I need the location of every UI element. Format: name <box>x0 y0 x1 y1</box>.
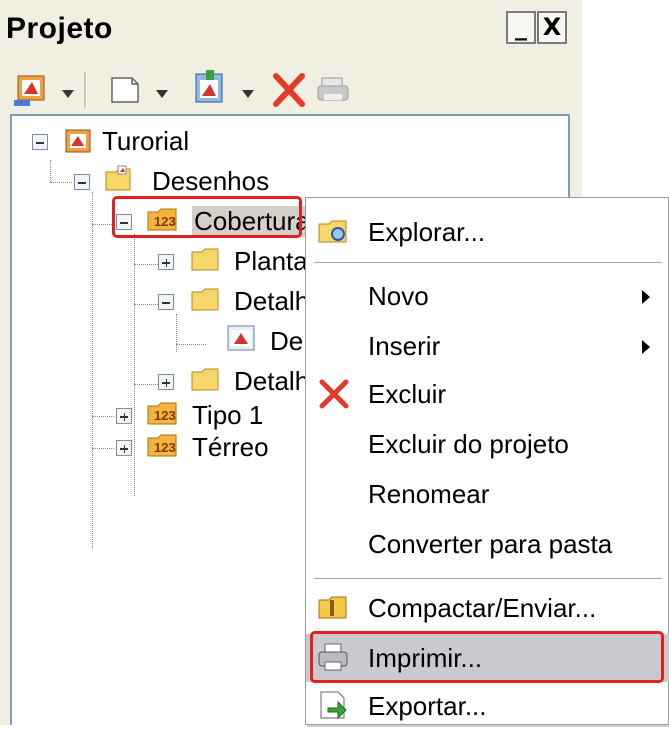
submenu-arrow-icon <box>642 340 650 354</box>
menu-label: Exportar... <box>368 691 487 721</box>
submenu-arrow-icon <box>642 290 650 304</box>
collapse-toggle[interactable] <box>32 134 48 150</box>
cobertura-highlight <box>112 196 302 238</box>
tree-item-planta[interactable]: Planta <box>234 246 308 277</box>
menu-item-exportar[interactable]: Exportar... <box>306 682 669 730</box>
tree-item-detalh[interactable]: Detalh <box>234 286 309 317</box>
menu-item-compactar-enviar[interactable]: Compactar/Enviar... <box>306 584 669 632</box>
panel-title: Projeto <box>6 12 113 45</box>
tree-item-detalh-2[interactable]: Detalh <box>234 366 309 397</box>
delete-icon[interactable] <box>268 68 308 112</box>
insert-drawing-icon[interactable] <box>190 68 230 112</box>
folder-icon <box>105 165 131 191</box>
new-document-icon[interactable] <box>106 68 146 112</box>
close-button[interactable]: X <box>537 11 567 44</box>
expand-toggle[interactable] <box>116 408 132 424</box>
panel-toolbar <box>0 62 582 120</box>
tree-line <box>92 416 114 417</box>
collapse-toggle[interactable] <box>158 294 174 310</box>
svg-text:123: 123 <box>154 440 176 455</box>
context-menu: Explorar... Novo Inserir Excluir Excluir… <box>305 197 669 725</box>
tree-line <box>50 182 72 183</box>
project-icon <box>65 129 91 153</box>
panel-titlebar: Projeto _ X <box>0 0 582 58</box>
menu-label: Compactar/Enviar... <box>368 593 597 623</box>
minimize-button[interactable]: _ <box>506 11 536 44</box>
delete-x-icon <box>319 379 349 409</box>
floor-folder-icon: 123 <box>147 402 177 425</box>
chevron-down-icon[interactable] <box>156 90 168 98</box>
tree-item-terreo[interactable]: Térreo <box>192 432 269 463</box>
project-icon[interactable] <box>12 68 52 112</box>
tree-line <box>92 448 114 449</box>
floor-folder-icon: 123 <box>147 434 177 457</box>
tree-line <box>176 344 206 345</box>
menu-label: Explorar... <box>368 217 486 247</box>
menu-item-excluir-do-projeto[interactable]: Excluir do projeto <box>306 420 669 468</box>
tree-line <box>92 192 93 548</box>
drawing-file-icon <box>227 325 255 351</box>
tree-item-desenhos[interactable]: Desenhos <box>152 166 269 197</box>
tree-item-tipo-1[interactable]: Tipo 1 <box>192 400 263 431</box>
menu-label: Excluir do projeto <box>368 429 569 459</box>
toolbar-separator <box>84 72 87 108</box>
chevron-down-icon[interactable] <box>242 90 254 98</box>
tree-line <box>176 314 177 352</box>
menu-label: Novo <box>368 281 429 311</box>
menu-item-explorar[interactable]: Explorar... <box>306 208 669 256</box>
menu-item-converter-para-pasta[interactable]: Converter para pasta <box>306 520 669 568</box>
folder-icon <box>191 368 219 391</box>
menu-separator <box>314 262 662 263</box>
chevron-down-icon[interactable] <box>62 90 74 98</box>
menu-item-inserir[interactable]: Inserir <box>306 322 669 370</box>
tree-item-turorial[interactable]: Turorial <box>102 126 189 157</box>
print-icon[interactable] <box>314 68 354 112</box>
menu-item-renomear[interactable]: Renomear <box>306 470 669 518</box>
tree-line <box>50 160 51 182</box>
compress-folder-icon <box>318 596 347 619</box>
collapse-toggle[interactable] <box>74 174 90 190</box>
folder-icon <box>191 248 219 271</box>
menu-label: Converter para pasta <box>368 529 613 559</box>
tree-item-de[interactable]: De <box>270 326 303 357</box>
menu-label: Excluir <box>368 379 447 409</box>
expand-toggle[interactable] <box>158 254 174 270</box>
tree-line <box>134 234 135 496</box>
menu-label: Inserir <box>368 331 441 361</box>
svg-text:123: 123 <box>154 408 176 423</box>
imprimir-highlight <box>310 631 664 683</box>
export-icon <box>320 691 347 720</box>
tree-line <box>92 224 114 225</box>
menu-label: Renomear <box>368 479 490 509</box>
menu-separator <box>314 578 662 579</box>
menu-item-excluir[interactable]: Excluir <box>306 370 669 418</box>
menu-item-novo[interactable]: Novo <box>306 272 669 320</box>
folder-explore-icon <box>318 220 347 243</box>
expand-toggle[interactable] <box>116 440 132 456</box>
expand-toggle[interactable] <box>158 374 174 390</box>
folder-icon <box>191 288 219 311</box>
